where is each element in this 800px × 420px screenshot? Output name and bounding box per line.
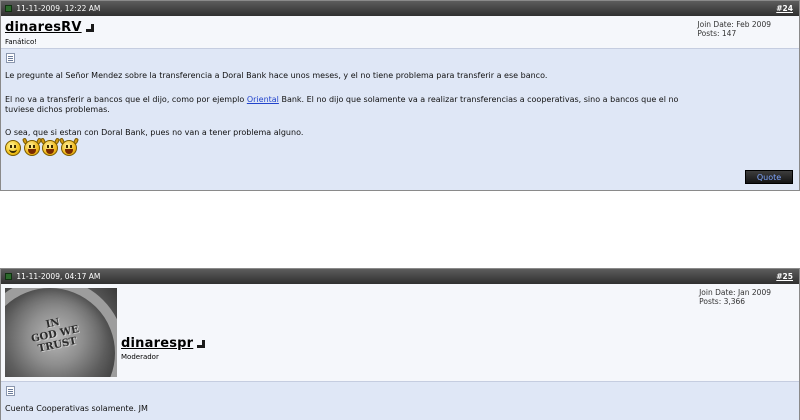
message-paragraph: Cuenta Cooperativas solamente. JM <box>5 404 148 413</box>
user-stats: Join Date: Jan 2009 Posts: 3,366 <box>699 288 771 306</box>
post-count: Posts: 3,366 <box>699 297 746 306</box>
offline-status-icon <box>197 340 206 348</box>
post-count: Posts: 147 <box>697 29 737 38</box>
post-content: Le pregunte al Señor Mendez sobre la tra… <box>1 49 799 190</box>
post-number-link[interactable]: #25 <box>776 269 793 284</box>
join-date: Join Date: Jan 2009 <box>699 288 771 297</box>
oriental-link[interactable]: Oriental <box>247 95 279 104</box>
username-link[interactable]: dinaresRV <box>5 20 94 35</box>
banana-icon <box>58 137 79 156</box>
avatar[interactable]: IN GOD WE TRUST <box>5 288 117 377</box>
user-title: Moderador <box>121 353 159 361</box>
post-date: 11-11-2009, 12:22 AM <box>16 4 101 13</box>
post-header: 11-11-2009, 04:17 AM #25 <box>1 269 799 284</box>
post-number-link[interactable]: #24 <box>776 1 793 16</box>
message-paragraph: El no va a transferir a bancos que el di… <box>5 95 679 114</box>
forum-post: 11-11-2009, 04:17 AM #25 IN GOD WE TRUST… <box>0 268 800 420</box>
smile-icon <box>5 140 21 156</box>
smilies-row <box>5 137 79 158</box>
username-link[interactable]: dinarespr <box>121 336 206 351</box>
post-date: 11-11-2009, 04:17 AM <box>16 272 101 281</box>
join-date: Join Date: Feb 2009 <box>697 20 771 29</box>
post-icon <box>6 386 15 396</box>
offline-status-icon <box>85 24 94 32</box>
message-paragraph: O sea, que si estan con Doral Bank, pues… <box>5 128 304 137</box>
banana-icon <box>21 137 42 156</box>
user-info-bar: IN GOD WE TRUST dinarespr Moderador Join… <box>1 284 799 382</box>
quote-button[interactable]: Quote <box>745 170 793 184</box>
post-icon <box>6 53 15 63</box>
post-content: Cuenta Cooperativas solamente. JM <box>1 382 799 420</box>
post-status-icon <box>5 5 12 12</box>
post-header: 11-11-2009, 12:22 AM #24 <box>1 1 799 16</box>
user-title: Fanático! <box>5 38 38 46</box>
forum-post: 11-11-2009, 12:22 AM #24 dinaresRV Fanát… <box>0 0 800 191</box>
banana-icon <box>40 137 61 156</box>
user-info-bar: dinaresRV Fanático! Join Date: Feb 2009 … <box>1 16 799 49</box>
user-stats: Join Date: Feb 2009 Posts: 147 <box>697 20 771 38</box>
post-status-icon <box>5 273 12 280</box>
message-paragraph: Le pregunte al Señor Mendez sobre la tra… <box>5 71 548 80</box>
